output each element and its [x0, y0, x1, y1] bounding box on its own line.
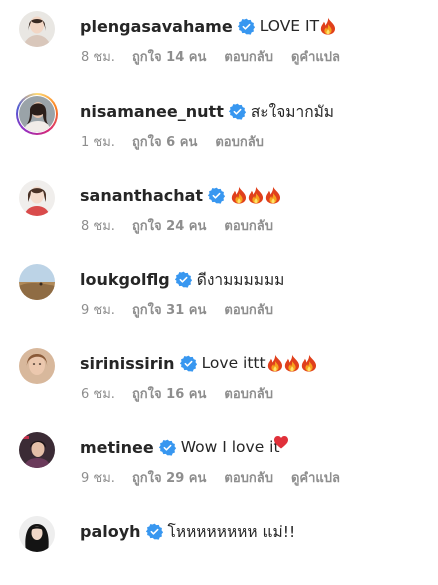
reply-button[interactable]: ตอบกลับ: [224, 383, 273, 404]
verified-badge-icon: [180, 355, 197, 372]
username[interactable]: plengasavahame: [80, 17, 233, 36]
likes-count[interactable]: ถูกใจ 6 คน: [132, 131, 197, 152]
comment-time: 1 ชม.: [81, 134, 115, 150]
username[interactable]: sirinissirin: [80, 354, 175, 373]
username[interactable]: nisamanee_nutt: [80, 102, 224, 121]
comment-time: 6 ชม.: [81, 386, 115, 402]
translate-button[interactable]: ดูคำแปล: [291, 46, 340, 67]
comment-text: LOVE IT: [259, 17, 320, 35]
comment-item: sirinissirin Love ittt 6 ชม. ถูกใจ 16 คน…: [0, 337, 438, 417]
verified-badge-icon: [229, 103, 246, 120]
comment-line: plengasavahame LOVE IT: [80, 14, 336, 38]
verified-badge-icon: [238, 18, 255, 35]
comment-meta: 8 ชม. ถูกใจ 14 คน ตอบกลับ ดูคำแปล: [81, 47, 340, 65]
reply-button[interactable]: ตอบกลับ: [224, 46, 273, 67]
comment-meta: 6 ชม. ถูกใจ 16 คน ตอบกลับ: [81, 384, 291, 402]
verified-badge-icon: [175, 271, 192, 288]
likes-count[interactable]: ถูกใจ 16 คน: [132, 383, 206, 404]
verified-badge-icon: [159, 439, 176, 456]
avatar-image: [19, 180, 55, 216]
comment-text: โหหหหหหหห แม่!!: [167, 522, 296, 541]
avatar[interactable]: [16, 345, 58, 387]
comment-line: sananthachat: [80, 183, 281, 207]
comment-time: 8 ชม.: [81, 49, 115, 65]
comment-text: สะใจมากมัม: [250, 102, 335, 121]
fire-emoji-icon: [265, 186, 281, 204]
comment-meta: 1 ชม. ถูกใจ 6 คน ตอบกลับ: [81, 132, 282, 150]
comment-meta: 9 ชม. ถูกใจ 29 คน ตอบกลับ ดูคำแปล: [81, 468, 340, 486]
translate-button[interactable]: ดูคำแปล: [291, 467, 340, 488]
fire-emoji-icon: [231, 186, 247, 204]
avatar-image: [19, 11, 55, 47]
avatar-image: [19, 432, 55, 468]
comment-text: Love ittt: [201, 354, 266, 372]
fire-emoji-icon: [267, 354, 283, 372]
avatar[interactable]: [16, 93, 58, 135]
comment-text: Wow I love it: [180, 438, 280, 456]
comment-line: sirinissirin Love ittt: [80, 351, 317, 375]
comment-item: paloyh โหหหหหหหห แม่!!: [0, 505, 438, 585]
comment-meta: 8 ชม. ถูกใจ 24 คน ตอบกลับ: [81, 216, 291, 234]
avatar-image: [19, 264, 55, 300]
fire-emoji-icon: [284, 354, 300, 372]
reply-button[interactable]: ตอบกลับ: [224, 467, 273, 488]
username[interactable]: metinee: [80, 438, 154, 457]
likes-count[interactable]: ถูกใจ 14 คน: [132, 46, 206, 67]
comment-item: nisamanee_nutt สะใจมากมัม 1 ชม. ถูกใจ 6 …: [0, 85, 438, 165]
reply-button[interactable]: ตอบกลับ: [215, 131, 264, 152]
comment-meta: 9 ชม. ถูกใจ 31 คน ตอบกลับ: [81, 300, 291, 318]
comment-line: nisamanee_nutt สะใจมากมัม: [80, 99, 334, 123]
avatar[interactable]: [16, 8, 58, 50]
avatar-image: [19, 96, 55, 132]
avatar[interactable]: [16, 429, 58, 471]
verified-badge-icon: [208, 187, 225, 204]
heart-emoji-icon: [273, 435, 288, 449]
fire-emoji-icon: [301, 354, 317, 372]
fire-emoji-icon: [320, 17, 336, 35]
avatar[interactable]: [16, 513, 58, 555]
username[interactable]: paloyh: [80, 522, 141, 541]
likes-count[interactable]: ถูกใจ 31 คน: [132, 299, 206, 320]
comment-time: 8 ชม.: [81, 218, 115, 234]
comment-line: paloyh โหหหหหหหห แม่!!: [80, 519, 295, 543]
avatar-image: [19, 516, 55, 552]
reply-button[interactable]: ตอบกลับ: [224, 299, 273, 320]
comment-item: loukgolflg ดีงามมมมมม 9 ชม. ถูกใจ 31 คน …: [0, 253, 438, 333]
comment-time: 9 ชม.: [81, 302, 115, 318]
comment-line: metinee Wow I love it: [80, 435, 288, 459]
username[interactable]: sananthachat: [80, 186, 203, 205]
likes-count[interactable]: ถูกใจ 24 คน: [132, 215, 206, 236]
comment-time: 9 ชม.: [81, 470, 115, 486]
comment-item: sananthachat 8 ชม. ถูกใจ 24 คน ตอบกลับ: [0, 169, 438, 249]
reply-button[interactable]: ตอบกลับ: [224, 215, 273, 236]
comment-line: loukgolflg ดีงามมมมมม: [80, 267, 284, 291]
likes-count[interactable]: ถูกใจ 29 คน: [132, 467, 206, 488]
comment-item: metinee Wow I love it 9 ชม. ถูกใจ 29 คน …: [0, 421, 438, 501]
comment-text: ดีงามมมมมม: [196, 270, 285, 289]
avatar[interactable]: [16, 261, 58, 303]
comment-item: plengasavahame LOVE IT 8 ชม. ถูกใจ 14 คน…: [0, 0, 438, 80]
username[interactable]: loukgolflg: [80, 270, 170, 289]
avatar[interactable]: [16, 177, 58, 219]
fire-emoji-icon: [248, 186, 264, 204]
verified-badge-icon: [146, 523, 163, 540]
avatar-image: [19, 348, 55, 384]
